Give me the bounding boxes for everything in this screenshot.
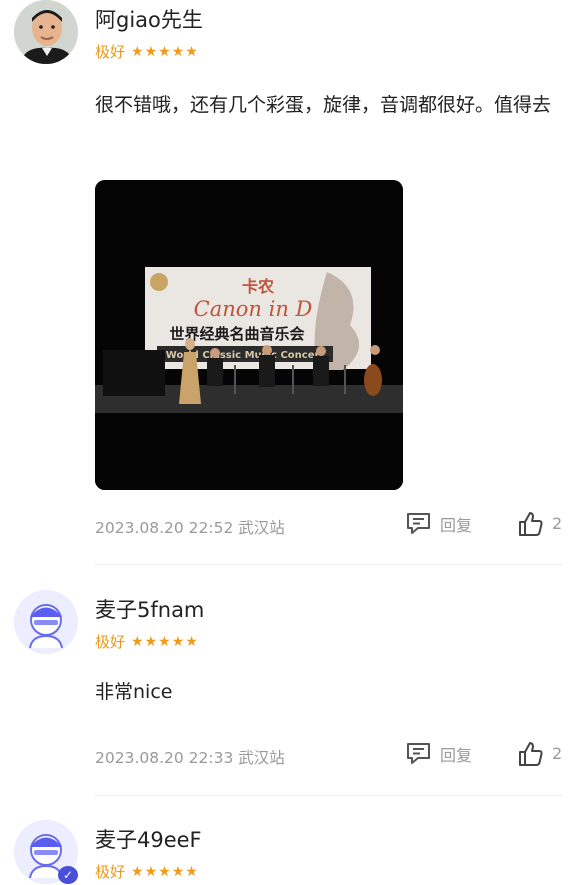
user-avatar[interactable] [14, 590, 78, 654]
review-location: 武汉站 [238, 749, 285, 767]
star-icon: ★ [171, 863, 185, 880]
username[interactable]: 麦子49eeF [95, 824, 202, 854]
review-content: 很不错哦，还有几个彩蛋，旋律，音调都很好。值得去 [95, 94, 552, 116]
reply-label: 回复 [440, 515, 473, 535]
star-icon: ★ [185, 633, 198, 650]
reply-button[interactable]: 回复 [405, 511, 472, 536]
concert-stage-image: 卡农 Canon in D 世界经典名曲音乐会 World Classic Mu… [95, 180, 403, 490]
divider [95, 795, 563, 796]
banner-title: 卡农 [242, 277, 274, 296]
avatar-photo [14, 0, 78, 64]
rating-label: 极好 [95, 633, 126, 651]
review-timestamp: 2023.08.20 22:33 [95, 749, 234, 767]
star-icon: ★ [144, 43, 158, 60]
review-timestamp: 2023.08.20 22:52 [95, 519, 234, 537]
star-icon: ★ [158, 863, 171, 880]
review-location: 武汉站 [238, 519, 285, 537]
star-icon: ★ [185, 43, 198, 60]
review-content: 非常nice [95, 681, 173, 703]
rating-label: 极好 [95, 43, 126, 61]
rating: 极好 ★ ★ ★ ★ ★ [95, 631, 198, 652]
review-meta: 2023.08.20 22:52 武汉站 [95, 516, 285, 538]
verified-badge-icon: ✓ [58, 866, 78, 884]
username[interactable]: 阿giao先生 [95, 4, 203, 34]
rating: 极好 ★ ★ ★ ★ ★ [95, 41, 198, 62]
review-photo[interactable]: 卡农 Canon in D 世界经典名曲音乐会 World Classic Mu… [95, 180, 403, 490]
username[interactable]: 麦子5fnam [95, 594, 204, 624]
star-icon: ★ [171, 633, 185, 650]
star-icon: ★ [144, 633, 158, 650]
like-count: 2 [552, 514, 563, 533]
like-button[interactable]: 2 [517, 510, 562, 537]
reply-label: 回复 [440, 745, 473, 765]
review-meta: 2023.08.20 22:33 武汉站 [95, 746, 285, 768]
user-avatar[interactable] [14, 0, 78, 64]
star-rating: ★ ★ ★ ★ ★ [131, 45, 198, 59]
divider [95, 564, 563, 565]
comment-icon [407, 743, 430, 764]
star-icon: ★ [158, 633, 171, 650]
thumbs-up-icon [519, 512, 543, 536]
comment-icon [407, 513, 430, 534]
star-icon: ★ [158, 43, 171, 60]
like-button[interactable]: 2 [517, 740, 562, 767]
banner-subtitle: Canon in D [194, 297, 313, 321]
star-icon: ★ [171, 43, 185, 60]
like-count: 2 [552, 744, 563, 763]
rating: 极好 ★ ★ ★ ★ ★ [95, 861, 198, 882]
default-avatar-icon [14, 590, 78, 654]
star-icon: ★ [131, 43, 144, 60]
star-icon: ★ [144, 863, 158, 880]
thumbs-up-icon [519, 742, 543, 766]
star-rating: ★ ★ ★ ★ ★ [131, 865, 198, 879]
star-rating: ★ ★ ★ ★ ★ [131, 635, 198, 649]
star-icon: ★ [131, 633, 144, 650]
rating-label: 极好 [95, 863, 126, 881]
star-icon: ★ [185, 863, 198, 880]
star-icon: ★ [131, 863, 144, 880]
reply-button[interactable]: 回复 [405, 741, 472, 766]
